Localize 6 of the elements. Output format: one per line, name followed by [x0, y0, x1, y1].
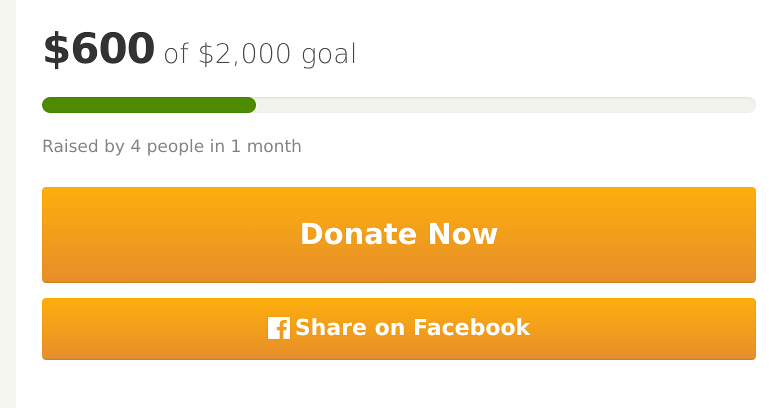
goal-text: of $2,000 goal [162, 39, 358, 70]
raised-amount: $600 [42, 24, 155, 73]
facebook-icon [268, 317, 290, 339]
donate-button[interactable]: Donate Now [42, 187, 756, 281]
share-button[interactable]: Share on Facebook [42, 298, 756, 358]
raised-caption: Raised by 4 people in 1 month [42, 137, 303, 159]
